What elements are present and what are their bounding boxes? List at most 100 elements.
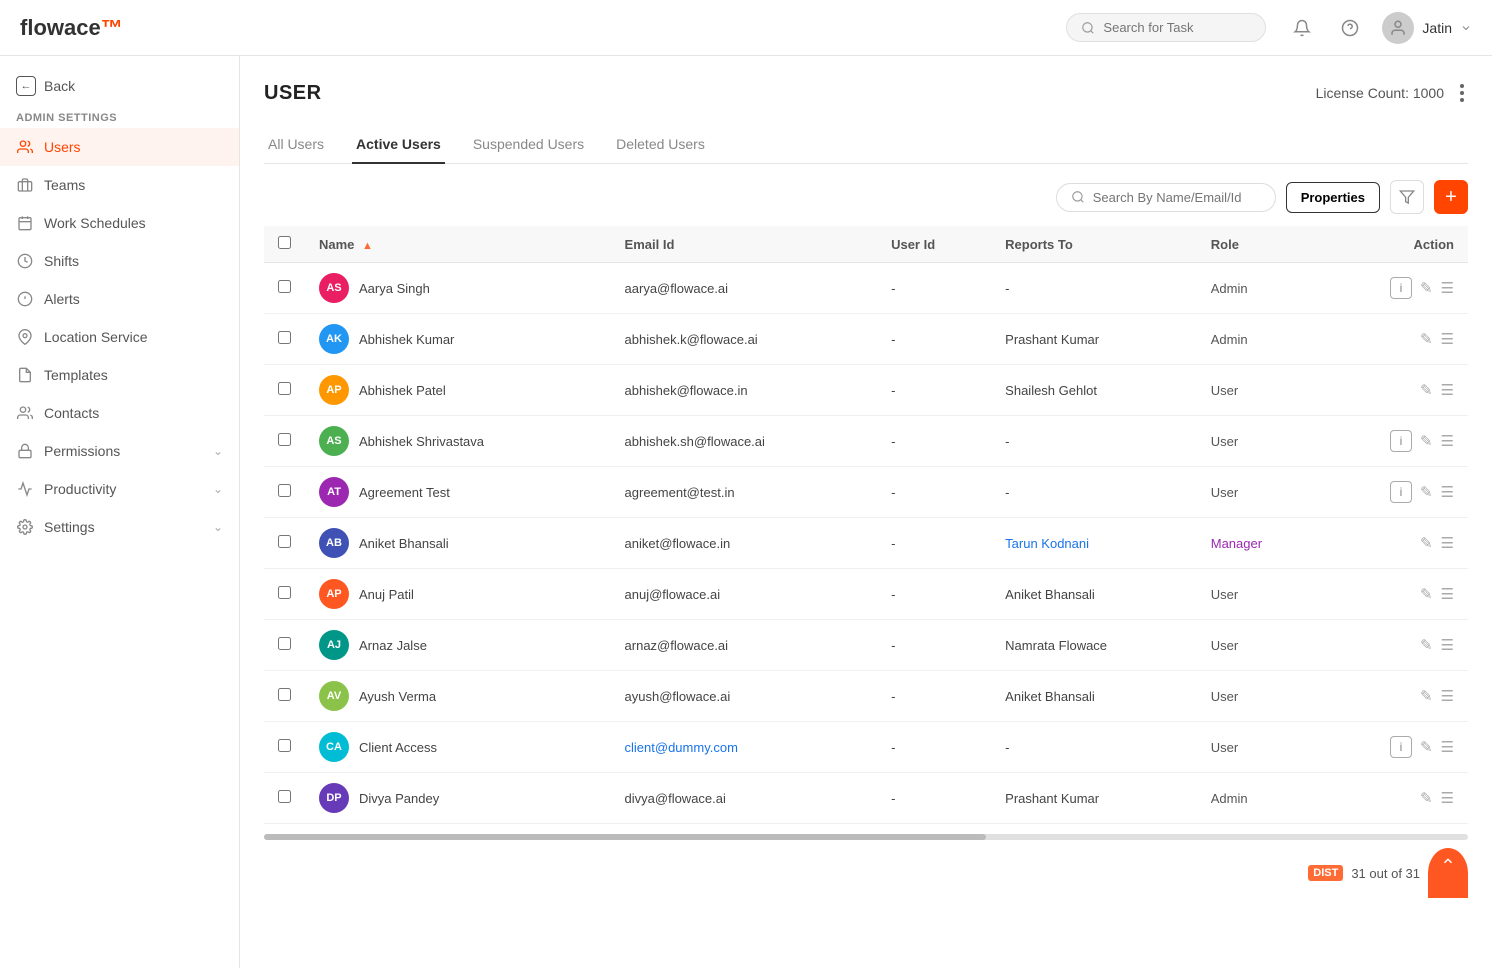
row-checkbox-cell[interactable] bbox=[264, 620, 305, 671]
row-checkbox-cell[interactable] bbox=[264, 722, 305, 773]
users-table: Name ▲ Email Id User Id Reports To Role … bbox=[264, 226, 1468, 824]
row-email-cell: client@dummy.com bbox=[611, 722, 878, 773]
sidebar-item-templates[interactable]: Templates bbox=[0, 356, 239, 394]
menu-icon[interactable]: ☰ bbox=[1441, 279, 1454, 297]
row-checkbox[interactable] bbox=[278, 586, 291, 599]
sidebar-item-teams[interactable]: Teams bbox=[0, 166, 239, 204]
row-checkbox[interactable] bbox=[278, 484, 291, 497]
table-row: AV Ayush Verma ayush@flowace.ai - Aniket… bbox=[264, 671, 1468, 722]
row-checkbox-cell[interactable] bbox=[264, 569, 305, 620]
logo-accent: ™ bbox=[101, 15, 123, 41]
edit-icon[interactable]: ✎ bbox=[1420, 789, 1433, 807]
menu-icon[interactable]: ☰ bbox=[1441, 483, 1454, 501]
edit-icon[interactable]: ✎ bbox=[1420, 534, 1433, 552]
task-search-input[interactable] bbox=[1103, 20, 1243, 35]
row-name-cell: AP Abhishek Patel bbox=[305, 365, 611, 416]
row-checkbox-cell[interactable] bbox=[264, 773, 305, 824]
row-checkbox[interactable] bbox=[278, 790, 291, 803]
user-search-input[interactable] bbox=[1093, 190, 1253, 205]
tab-deleted-users[interactable]: Deleted Users bbox=[612, 126, 709, 164]
edit-icon[interactable]: ✎ bbox=[1420, 687, 1433, 705]
row-checkbox[interactable] bbox=[278, 433, 291, 446]
row-action-cell: ✎ ☰ bbox=[1322, 518, 1468, 569]
tab-suspended-users[interactable]: Suspended Users bbox=[469, 126, 588, 164]
avatar: CA bbox=[319, 732, 349, 762]
row-checkbox[interactable] bbox=[278, 688, 291, 701]
sidebar-item-users[interactable]: Users bbox=[0, 128, 239, 166]
user-chip[interactable]: Jatin bbox=[1382, 12, 1472, 44]
sidebar-item-productivity[interactable]: Productivity ⌄ bbox=[0, 470, 239, 508]
row-checkbox[interactable] bbox=[278, 280, 291, 293]
edit-icon[interactable]: ✎ bbox=[1420, 585, 1433, 603]
name-header[interactable]: Name ▲ bbox=[305, 226, 611, 263]
user-name: Ayush Verma bbox=[359, 689, 436, 704]
row-checkbox[interactable] bbox=[278, 637, 291, 650]
notifications-icon[interactable] bbox=[1286, 12, 1318, 44]
user-tabs: All Users Active Users Suspended Users D… bbox=[264, 126, 1468, 164]
help-icon[interactable] bbox=[1334, 12, 1366, 44]
add-user-button[interactable]: + bbox=[1434, 180, 1468, 214]
tab-all-users[interactable]: All Users bbox=[264, 126, 328, 164]
info-icon[interactable]: i bbox=[1390, 481, 1412, 503]
menu-icon[interactable]: ☰ bbox=[1441, 534, 1454, 552]
row-role-cell: User bbox=[1197, 416, 1323, 467]
table-row: AK Abhishek Kumar abhishek.k@flowace.ai … bbox=[264, 314, 1468, 365]
tab-active-users[interactable]: Active Users bbox=[352, 126, 445, 164]
row-userid-cell: - bbox=[877, 365, 991, 416]
sidebar-item-contacts[interactable]: Contacts bbox=[0, 394, 239, 432]
row-checkbox[interactable] bbox=[278, 331, 291, 344]
row-userid-cell: - bbox=[877, 722, 991, 773]
sidebar-item-shifts[interactable]: Shifts bbox=[0, 242, 239, 280]
row-role-cell: User bbox=[1197, 620, 1323, 671]
row-name-cell: AP Anuj Patil bbox=[305, 569, 611, 620]
menu-icon[interactable]: ☰ bbox=[1441, 381, 1454, 399]
menu-icon[interactable]: ☰ bbox=[1441, 789, 1454, 807]
info-icon[interactable]: i bbox=[1390, 736, 1412, 758]
row-checkbox-cell[interactable] bbox=[264, 467, 305, 518]
menu-icon[interactable]: ☰ bbox=[1441, 330, 1454, 348]
menu-icon[interactable]: ☰ bbox=[1441, 585, 1454, 603]
row-checkbox[interactable] bbox=[278, 382, 291, 395]
menu-icon[interactable]: ☰ bbox=[1441, 432, 1454, 450]
row-checkbox-cell[interactable] bbox=[264, 518, 305, 569]
row-checkbox[interactable] bbox=[278, 535, 291, 548]
edit-icon[interactable]: ✎ bbox=[1420, 483, 1433, 501]
sidebar-item-permissions[interactable]: Permissions ⌄ bbox=[0, 432, 239, 470]
row-checkbox-cell[interactable] bbox=[264, 671, 305, 722]
sidebar-item-alerts[interactable]: Alerts bbox=[0, 280, 239, 318]
edit-icon[interactable]: ✎ bbox=[1420, 330, 1433, 348]
edit-icon[interactable]: ✎ bbox=[1420, 381, 1433, 399]
back-button[interactable]: ← Back bbox=[0, 68, 239, 104]
select-all-checkbox[interactable] bbox=[278, 236, 291, 249]
row-checkbox-cell[interactable] bbox=[264, 365, 305, 416]
row-checkbox-cell[interactable] bbox=[264, 416, 305, 467]
row-action-cell: ✎ ☰ bbox=[1322, 569, 1468, 620]
user-search-bar[interactable] bbox=[1056, 183, 1276, 212]
sidebar-item-location-service[interactable]: Location Service bbox=[0, 318, 239, 356]
row-role-cell: User bbox=[1197, 467, 1323, 518]
task-search-bar[interactable] bbox=[1066, 13, 1266, 42]
edit-icon[interactable]: ✎ bbox=[1420, 738, 1433, 756]
select-all-header[interactable] bbox=[264, 226, 305, 263]
filter-button[interactable] bbox=[1390, 180, 1424, 214]
row-reportsto-cell: Aniket Bhansali bbox=[991, 569, 1197, 620]
row-userid-cell: - bbox=[877, 671, 991, 722]
row-name-cell: DP Divya Pandey bbox=[305, 773, 611, 824]
properties-button[interactable]: Properties bbox=[1286, 182, 1380, 213]
sidebar-item-settings[interactable]: Settings ⌄ bbox=[0, 508, 239, 546]
menu-icon[interactable]: ☰ bbox=[1441, 636, 1454, 654]
row-checkbox[interactable] bbox=[278, 739, 291, 752]
table-row: AP Anuj Patil anuj@flowace.ai - Aniket B… bbox=[264, 569, 1468, 620]
edit-icon[interactable]: ✎ bbox=[1420, 432, 1433, 450]
menu-icon[interactable]: ☰ bbox=[1441, 738, 1454, 756]
user-name: Client Access bbox=[359, 740, 437, 755]
info-icon[interactable]: i bbox=[1390, 277, 1412, 299]
menu-icon[interactable]: ☰ bbox=[1441, 687, 1454, 705]
more-options-button[interactable] bbox=[1456, 80, 1468, 106]
edit-icon[interactable]: ✎ bbox=[1420, 279, 1433, 297]
sidebar-item-work-schedules[interactable]: Work Schedules bbox=[0, 204, 239, 242]
row-checkbox-cell[interactable] bbox=[264, 314, 305, 365]
edit-icon[interactable]: ✎ bbox=[1420, 636, 1433, 654]
info-icon[interactable]: i bbox=[1390, 430, 1412, 452]
row-checkbox-cell[interactable] bbox=[264, 263, 305, 314]
